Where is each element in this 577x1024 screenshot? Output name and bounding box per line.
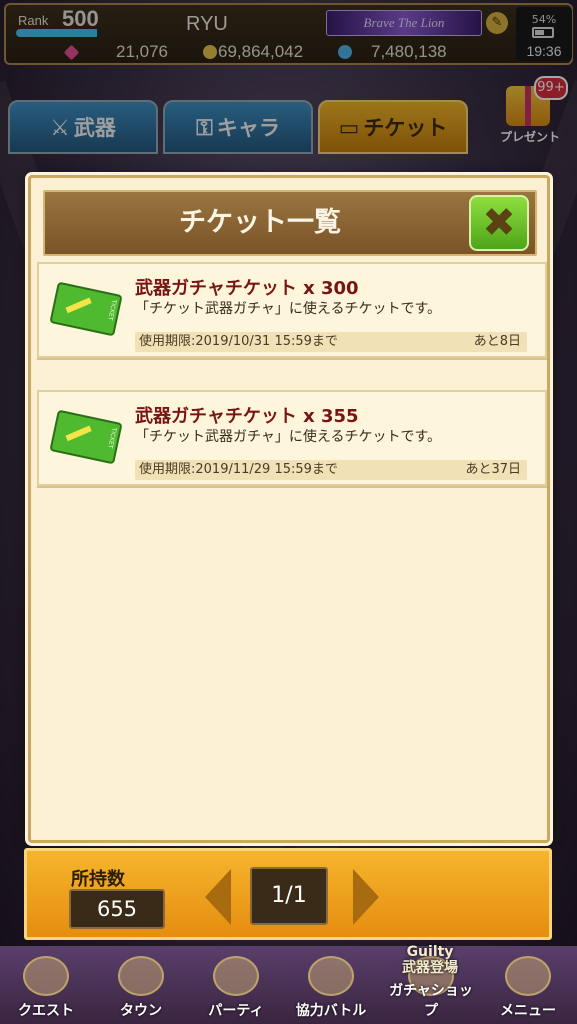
page-indicator: 1/1 <box>250 867 328 925</box>
list-item[interactable]: 武器ガチャチケット x 355 「チケット武器ガチャ」に使えるチケットです。 使… <box>37 390 547 486</box>
prev-page-button[interactable] <box>205 869 231 925</box>
nav-menu-label: メニュー <box>500 1003 556 1019</box>
list-item[interactable]: 武器ガチャチケット x 300 「チケット武器ガチャ」に使えるチケットです。 使… <box>37 262 547 358</box>
ticket-remaining: あと8日 <box>473 334 521 349</box>
menu-icon <box>505 956 551 996</box>
close-icon: ✖ <box>482 200 516 246</box>
nav-town-label: タウン <box>120 1003 162 1019</box>
party-icon <box>213 956 259 996</box>
nav-party-label: パーティ <box>208 1003 264 1019</box>
ticket-description: 「チケット武器ガチャ」に使えるチケットです。 <box>135 429 442 445</box>
ticket-name: 武器ガチャチケット x 355 <box>135 406 359 427</box>
ticket-expiry-bar: 使用期限:2019/10/31 15:59まで あと8日 <box>135 332 527 352</box>
bottom-nav: クエスト タウン パーティ 協力バトル ガチャショップ メニュー <box>0 946 577 1024</box>
ticket-remaining: あと37日 <box>465 462 521 477</box>
coop-battle-icon <box>308 956 354 996</box>
nav-gacha-shop-label: ガチャショップ <box>389 983 473 1019</box>
town-icon <box>118 956 164 996</box>
ticket-name: 武器ガチャチケット x 300 <box>135 278 359 299</box>
nav-coop-battle-label: 協力バトル <box>295 1003 367 1019</box>
nav-quest[interactable]: クエスト <box>0 952 92 1022</box>
ticket-icon <box>49 281 123 337</box>
banner-line1: Guilty <box>406 944 454 960</box>
quest-icon <box>23 956 69 996</box>
nav-quest-label: クエスト <box>18 1003 74 1019</box>
nav-coop-battle[interactable]: 協力バトル <box>285 952 377 1022</box>
ticket-icon <box>49 409 123 465</box>
ticket-description: 「チケット武器ガチャ」に使えるチケットです。 <box>135 301 442 317</box>
nav-town[interactable]: タウン <box>95 952 187 1022</box>
new-weapon-banner: Guilty 武器登場 <box>380 944 480 976</box>
modal-header: チケット一覧 ✖ <box>43 190 537 256</box>
owned-value: 655 <box>69 889 165 929</box>
modal-footer: 所持数 655 1/1 <box>24 848 552 940</box>
nav-menu[interactable]: メニュー <box>482 952 574 1022</box>
ticket-list[interactable]: 武器ガチャチケット x 300 「チケット武器ガチャ」に使えるチケットです。 使… <box>37 262 547 518</box>
ticket-expiry: 使用期限:2019/11/29 15:59まで <box>139 462 338 477</box>
banner-line2: 武器登場 <box>402 960 458 976</box>
ticket-expiry-bar: 使用期限:2019/11/29 15:59まで あと37日 <box>135 460 527 480</box>
modal-title: チケット一覧 <box>179 207 341 238</box>
nav-party[interactable]: パーティ <box>190 952 282 1022</box>
close-button[interactable]: ✖ <box>469 195 529 251</box>
ticket-expiry: 使用期限:2019/10/31 15:59まで <box>139 334 338 349</box>
ticket-list-modal: チケット一覧 ✖ 武器ガチャチケット x 300 「チケット武器ガチャ」に使える… <box>28 175 550 843</box>
next-page-button[interactable] <box>353 869 379 925</box>
owned-label: 所持数 <box>71 869 125 890</box>
